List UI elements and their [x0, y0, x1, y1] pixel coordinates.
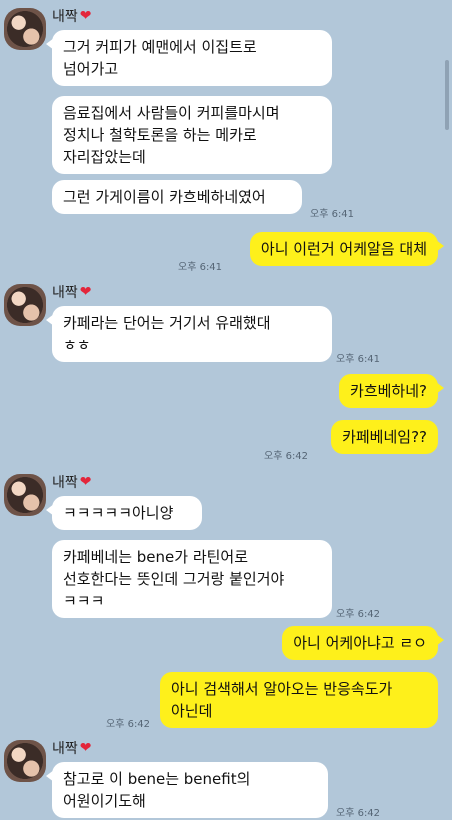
heart-icon: ❤: [79, 474, 92, 490]
my-message-bubble[interactable]: 아니 이런거 어케알음 대체: [249, 232, 445, 266]
my-message-bubble[interactable]: 카페베네임??: [331, 420, 438, 454]
timestamp: 오후 6:42: [264, 451, 309, 462]
heart-icon: ❤: [79, 8, 92, 24]
message-bubble[interactable]: ㅋㅋㅋㅋㅋ아니양: [46, 496, 202, 530]
sender-name-text: 내짝: [52, 475, 78, 491]
timestamp: 오후 6:41: [178, 262, 223, 273]
timestamp: 오후 6:42: [336, 808, 381, 819]
sender-name: 내짝 ❤: [52, 282, 92, 302]
sender-name-text: 내짝: [52, 9, 78, 25]
my-message-bubble[interactable]: 아니 어케아냐고 ㄹㅇ: [282, 626, 444, 660]
message-bubble[interactable]: 음료집에서 사람들이 커피를마시며 정치나 철학토론을 하는 메카로 자리잡았는…: [52, 96, 332, 174]
my-message-bubble[interactable]: 카흐베하네?: [339, 374, 444, 408]
sender-name-text: 내짝: [52, 285, 78, 301]
message-bubble[interactable]: 카페베네는 bene가 라틴어로 선호한다는 뜻인데 그거랑 붙인거야 ㅋㅋㅋ: [52, 540, 332, 618]
avatar[interactable]: [4, 474, 46, 516]
message-bubble[interactable]: 카페라는 단어는 거기서 유래했대 ㅎㅎ: [46, 306, 332, 362]
chat-room: 내짝 ❤ 그거 커피가 예맨에서 이집트로 넘어가고 음료집에서 사람들이 커피…: [0, 0, 452, 820]
message-bubble[interactable]: 참고로 이 bene는 benefit의 어원이기도해: [46, 762, 328, 818]
avatar[interactable]: [4, 8, 46, 50]
message-bubble[interactable]: 그거 커피가 예맨에서 이집트로 넘어가고: [46, 30, 332, 86]
my-message-bubble[interactable]: 아니 검색해서 알아오는 반응속도가 아닌데: [160, 672, 438, 728]
timestamp: 오후 6:41: [336, 354, 381, 365]
avatar[interactable]: [4, 284, 46, 326]
timestamp: 오후 6:42: [106, 719, 151, 730]
sender-name-text: 내짝: [52, 741, 78, 757]
heart-icon: ❤: [79, 740, 92, 756]
message-bubble[interactable]: 그런 가게이름이 카흐베하네였어: [52, 180, 302, 214]
timestamp: 오후 6:42: [336, 609, 381, 620]
sender-name: 내짝 ❤: [52, 738, 92, 758]
avatar[interactable]: [4, 740, 46, 782]
scrollbar[interactable]: [445, 60, 449, 130]
sender-name: 내짝 ❤: [52, 6, 92, 26]
timestamp: 오후 6:41: [310, 209, 355, 220]
sender-name: 내짝 ❤: [52, 472, 92, 492]
heart-icon: ❤: [79, 284, 92, 300]
